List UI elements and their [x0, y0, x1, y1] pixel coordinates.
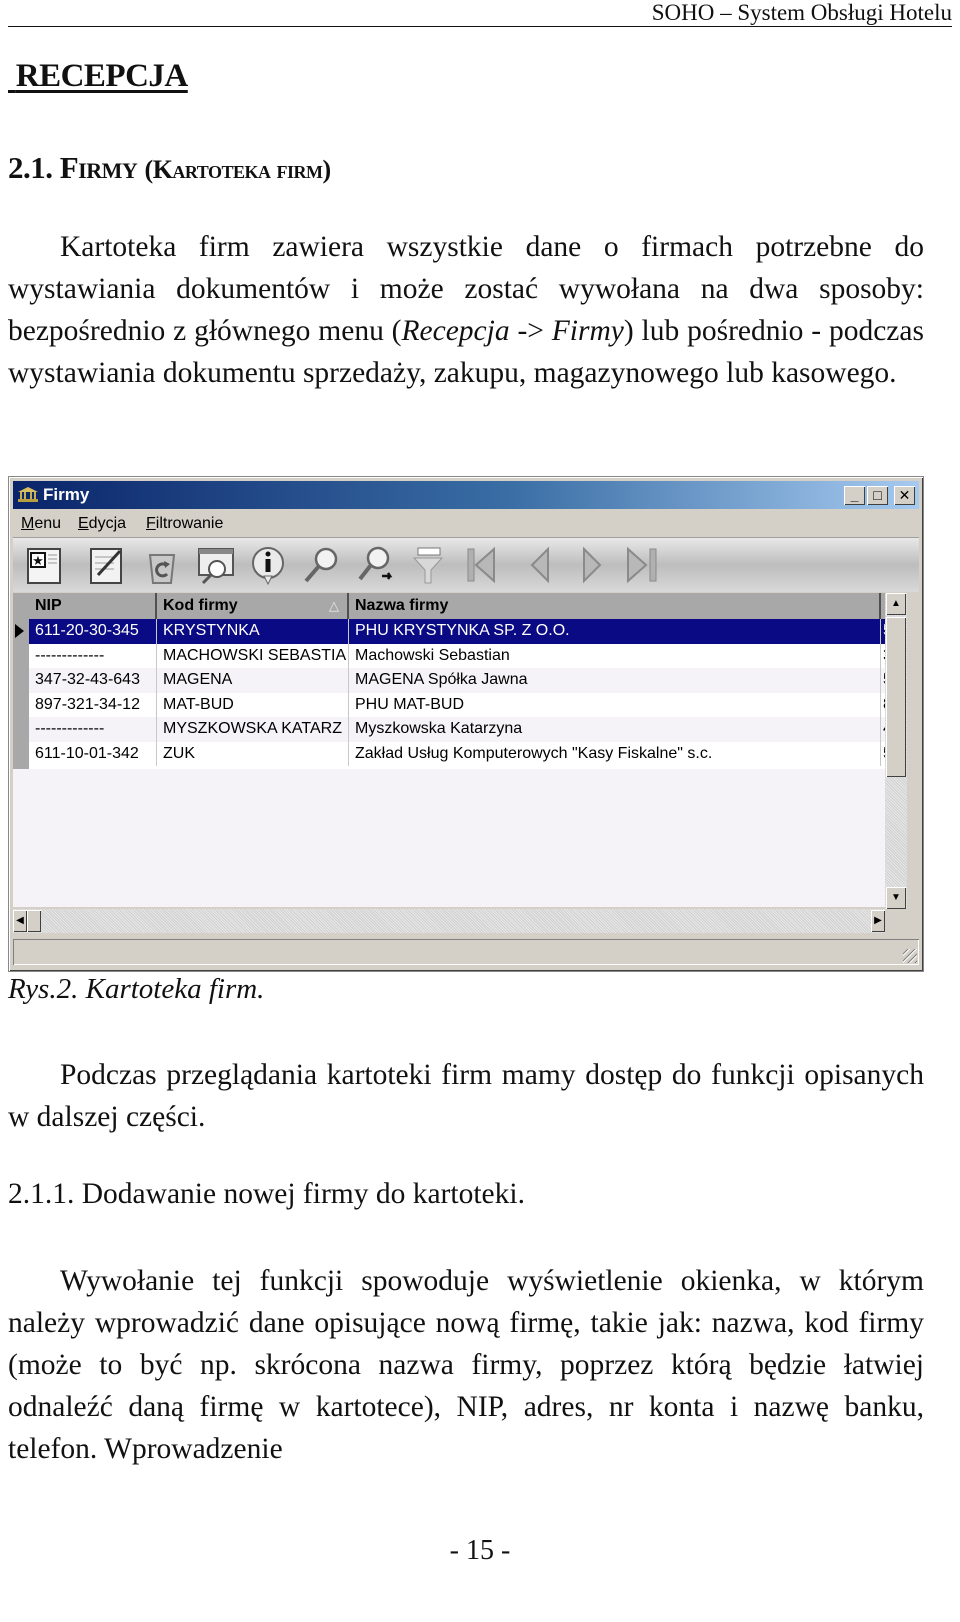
menu-edycja[interactable]: Edycja — [78, 515, 126, 533]
search-button[interactable] — [299, 542, 345, 588]
search-next-button[interactable] — [353, 542, 399, 588]
cell-nip: ------------- — [29, 717, 157, 742]
figure-caption: Rys.2. Kartoteka firm. — [8, 973, 265, 1005]
table-row[interactable]: ------------- MACHOWSKI SEBASTIA Machows… — [29, 643, 885, 668]
cell-kod: MAT-BUD — [157, 692, 349, 717]
subsection-heading: 2.1.1. Dodawanie nowej firmy do kartotek… — [8, 1178, 525, 1210]
delete-record-button[interactable] — [139, 542, 185, 588]
cell-nazwa: Myszkowska Katarzyna — [349, 717, 881, 742]
next-record-icon — [583, 546, 602, 584]
menu-bar: Menu Edycja Filtrowanie — [13, 511, 919, 537]
scroll-up-button[interactable]: ▲ — [886, 593, 906, 615]
window-title: Firmy — [43, 485, 90, 504]
menu-filtrowanie[interactable]: Filtrowanie — [146, 515, 223, 533]
filter-button[interactable] — [405, 542, 451, 588]
grid-header: NIP Kod firmy△ Nazwa firmy K — [29, 593, 885, 619]
grid-empty-area — [13, 767, 885, 907]
sort-ascending-icon: △ — [329, 598, 339, 613]
running-header: SOHO – System Obsługi Hotelu — [8, 0, 952, 27]
search-next-icon — [358, 546, 393, 581]
column-header-nip[interactable]: NIP — [29, 593, 157, 619]
info-button[interactable] — [245, 542, 291, 588]
previous-record-button[interactable] — [519, 542, 565, 588]
row-indicator-column — [13, 593, 29, 769]
next-record-button[interactable] — [569, 542, 615, 588]
close-button[interactable]: ✕ — [894, 486, 915, 505]
column-header-kod[interactable]: Kod firmy △ — [157, 593, 349, 619]
minimize-button[interactable]: _ — [844, 486, 865, 505]
window-titlebar[interactable]: Firmy _ □ ✕ — [13, 481, 919, 509]
cell-kod: MYSZKOWSKA KATARZ — [157, 717, 349, 742]
table-row[interactable]: 347-32-43-643 MAGENA MAGENA Spółka Jawna… — [29, 668, 885, 693]
edit-record-button[interactable] — [83, 542, 129, 588]
horizontal-scroll-thumb[interactable] — [27, 910, 41, 932]
cell-nazwa: Zakład Usług Komputerowych "Kasy Fiskaln… — [349, 741, 881, 766]
browse-paragraph: Podczas przeglądania kartoteki firm mamy… — [8, 1059, 924, 1133]
horizontal-scrollbar[interactable]: ◀ ▶ — [13, 909, 885, 933]
table-row[interactable]: 611-10-01-342 ZUK Zakład Usług Komputero… — [29, 741, 885, 766]
cell-nazwa: MAGENA Spółka Jawna — [349, 668, 881, 693]
vertical-scroll-thumb[interactable] — [886, 617, 906, 777]
cell-kod: MACHOWSKI SEBASTIA — [157, 643, 349, 668]
first-record-button[interactable] — [459, 542, 505, 588]
previous-record-icon — [530, 546, 549, 584]
cell-nazwa: PHU KRYSTYNKA SP. Z O.O. — [349, 619, 881, 644]
add-record-button[interactable]: ★ — [21, 542, 67, 588]
vertical-scrollbar[interactable]: ▲ ▼ — [885, 593, 907, 909]
firmy-window: Firmy _ □ ✕ Menu Edycja Filtrowanie ★ NI… — [8, 476, 924, 972]
table-row[interactable]: 897-321-34-12 MAT-BUD PHU MAT-BUD 8 — [29, 692, 885, 717]
last-record-button[interactable] — [619, 542, 665, 588]
last-record-icon — [627, 546, 657, 584]
current-row-pointer-icon — [15, 624, 24, 638]
section-title-main: Firmy — [59, 150, 138, 185]
status-bar — [13, 939, 919, 965]
column-header-nazwa[interactable]: Nazwa firmy — [349, 593, 881, 619]
preview-icon — [198, 548, 234, 585]
section-number: 2.1. — [8, 150, 53, 185]
app-icon — [18, 487, 38, 502]
chapter-title: RECEPCJA — [15, 58, 189, 94]
cell-nazwa: Machowski Sebastian — [349, 643, 881, 668]
cell-nip: 611-20-30-345 — [29, 619, 157, 644]
toolbar: ★ — [13, 537, 919, 592]
filter-icon — [412, 547, 444, 584]
section-title-sub: (Kartoteka firm) — [144, 155, 332, 184]
menu-menu[interactable]: Menu — [21, 515, 61, 533]
cell-kod: ZUK — [157, 741, 349, 766]
resize-grip-icon[interactable] — [903, 949, 917, 963]
scroll-down-button[interactable]: ▼ — [886, 887, 906, 909]
table-row[interactable]: ------------- MYSZKOWSKA KATARZ Myszkows… — [29, 717, 885, 742]
first-record-icon — [467, 546, 495, 584]
scroll-right-button[interactable]: ▶ — [871, 910, 885, 932]
firms-grid: NIP Kod firmy△ Nazwa firmy K 611-20-30-3… — [13, 593, 885, 769]
section-title: 2.1. Firmy (Kartoteka firm) — [8, 150, 331, 186]
cell-kod: KRYSTYNKA — [157, 619, 349, 644]
cell-nip: ------------- — [29, 643, 157, 668]
search-icon — [304, 547, 338, 583]
svg-text:★: ★ — [32, 553, 44, 568]
scroll-left-button[interactable]: ◀ — [13, 910, 27, 932]
intro-paragraph: Kartoteka firm zawiera wszystkie dane o … — [8, 231, 924, 389]
cell-nazwa: PHU MAT-BUD — [349, 692, 881, 717]
add-firm-paragraph: Wywołanie tej funkcji spowoduje wyświetl… — [8, 1265, 924, 1465]
cell-nip: 611-10-01-342 — [29, 741, 157, 766]
edit-record-icon — [90, 548, 122, 584]
cell-nip: 897-321-34-12 — [29, 692, 157, 717]
delete-record-icon — [148, 554, 176, 584]
cell-nip: 347-32-43-643 — [29, 668, 157, 693]
add-record-icon: ★ — [27, 548, 61, 584]
table-row[interactable]: 611-20-30-345 KRYSTYNKA PHU KRYSTYNKA SP… — [15, 619, 885, 644]
info-icon — [252, 547, 284, 586]
cell-kod: MAGENA — [157, 668, 349, 693]
maximize-button[interactable]: □ — [867, 486, 888, 505]
preview-button[interactable] — [193, 542, 239, 588]
page-number: - 15 - — [449, 1535, 511, 1566]
